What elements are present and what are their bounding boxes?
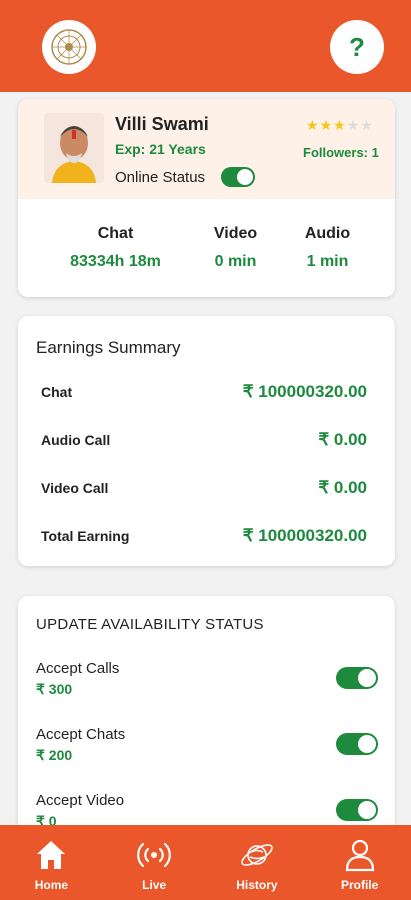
accept-video-toggle[interactable]: [336, 799, 378, 821]
followers-count: Followers: 1: [303, 145, 379, 160]
astrologer-name: Villi Swami: [115, 114, 209, 134]
star-icon: ★: [306, 117, 320, 133]
online-status-toggle[interactable]: [221, 167, 255, 192]
earning-row-chat: Chat ₹ 100000320.00: [41, 382, 367, 402]
stat-chat: Chat 83334h 18m: [68, 225, 163, 271]
help-button[interactable]: ?: [330, 20, 384, 74]
earning-label: Audio Call: [41, 432, 111, 448]
availability-label: Accept Calls: [36, 660, 120, 677]
toggle-switch[interactable]: [221, 167, 255, 187]
planet-icon: [241, 844, 273, 866]
nav-item-profile[interactable]: Profile: [308, 825, 411, 900]
profile-card: Villi Swami Exp: 21 Years Online Status …: [18, 99, 395, 297]
nav-label: History: [236, 878, 278, 892]
bottom-navigation: Home Live History Profile: [0, 825, 411, 900]
stat-label: Chat: [97, 225, 134, 242]
avatar[interactable]: [44, 113, 104, 183]
rating-stars: ★★★★★: [306, 117, 374, 134]
stat-label: Video: [213, 225, 258, 242]
availability-card: UPDATE AVAILABILITY STATUS Accept Calls …: [18, 596, 395, 836]
nav-label: Profile: [340, 878, 379, 892]
app-logo-button[interactable]: [42, 20, 96, 74]
star-icon: ★: [346, 117, 361, 133]
nav-label: Live: [142, 878, 167, 892]
home-icon: [37, 841, 66, 869]
availability-price: ₹ 300: [36, 681, 73, 697]
user-icon: [345, 839, 374, 872]
top-bar: ?: [0, 0, 411, 92]
earning-label: Total Earning: [41, 528, 130, 544]
stat-value: 1 min: [306, 253, 349, 270]
stat-audio: Audio 1 min: [290, 225, 365, 271]
availability-label: Accept Video: [36, 792, 125, 809]
experience-text: Exp: 21 Years: [115, 141, 206, 157]
earning-value: ₹ 100000320.00: [242, 382, 367, 401]
earning-value: ₹ 100000320.00: [242, 526, 367, 545]
accept-chats-toggle[interactable]: [336, 733, 378, 755]
earning-label: Video Call: [41, 480, 109, 496]
zodiac-wheel-icon: [51, 29, 87, 65]
availability-label: Accept Chats: [36, 726, 126, 743]
availability-price: ₹ 200: [36, 747, 73, 763]
stat-label: Audio: [304, 225, 351, 242]
accept-calls-toggle[interactable]: [336, 667, 378, 689]
live-broadcast-icon: [137, 842, 172, 868]
nav-label: Home: [34, 878, 69, 892]
star-icon: ★: [360, 117, 374, 133]
availability-row-calls: Accept Calls ₹ 300: [36, 660, 378, 698]
earnings-summary-card: Earnings Summary Chat ₹ 100000320.00 Aud…: [18, 316, 395, 566]
availability-title: UPDATE AVAILABILITY STATUS: [36, 616, 264, 633]
availability-row-chats: Accept Chats ₹ 200: [36, 726, 378, 764]
profile-header: Villi Swami Exp: 21 Years Online Status …: [18, 99, 395, 199]
earning-value: ₹ 0.00: [318, 478, 367, 497]
earning-row-video: Video Call ₹ 0.00: [41, 478, 367, 498]
earning-value: ₹ 0.00: [318, 430, 367, 449]
star-icon: ★: [319, 117, 334, 133]
nav-item-live[interactable]: Live: [103, 825, 206, 900]
question-icon: ?: [349, 31, 365, 62]
earning-label: Chat: [41, 384, 73, 400]
stat-value: 83334h 18m: [70, 253, 161, 270]
earning-row-audio: Audio Call ₹ 0.00: [41, 430, 367, 450]
star-icon: ★: [333, 117, 347, 133]
stat-value: 0 min: [214, 253, 257, 270]
online-status-label: Online Status: [115, 169, 206, 186]
earning-row-total: Total Earning ₹ 100000320.00: [41, 526, 367, 546]
stat-video: Video 0 min: [198, 225, 273, 271]
nav-item-home[interactable]: Home: [0, 825, 103, 900]
earnings-title: Earnings Summary: [36, 338, 181, 357]
nav-item-history[interactable]: History: [206, 825, 309, 900]
